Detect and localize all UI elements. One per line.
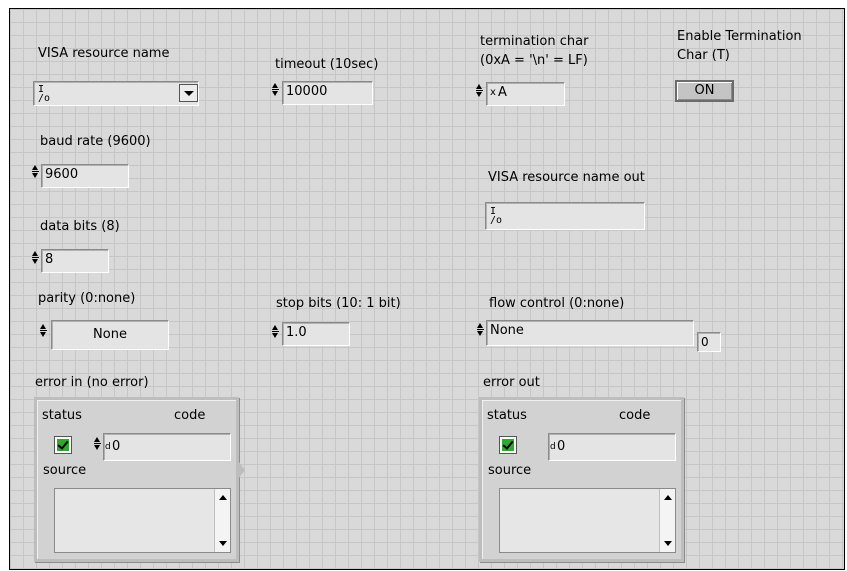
enable-termination-label: Enable Termination — [677, 29, 802, 44]
timeout-label: timeout (10sec) — [275, 57, 379, 72]
arrow-up-icon — [219, 495, 227, 500]
cluster-connector-icon — [239, 462, 245, 478]
check-icon — [502, 439, 514, 451]
error-in-source-label: source — [43, 463, 87, 478]
visa-dropdown-button[interactable] — [179, 84, 198, 102]
visa-out-indicator: I/o — [485, 202, 645, 230]
flow-control-spinner[interactable] — [477, 322, 484, 337]
error-out-source-field — [499, 488, 676, 553]
error-out-source-scrollbar[interactable] — [659, 489, 675, 552]
error-out-source-label: source — [488, 463, 532, 478]
arrow-up-icon — [664, 495, 672, 500]
data-bits-label: data bits (8) — [40, 219, 120, 234]
termination-char-label: termination char — [480, 34, 589, 49]
error-out-status-indicator — [499, 436, 517, 454]
error-in-cluster: status code d 0 source — [34, 397, 239, 562]
visa-resource-control[interactable]: I/o — [33, 81, 199, 106]
timeout-field[interactable]: 10000 — [282, 81, 373, 105]
termination-char-field[interactable]: x A — [486, 82, 565, 106]
error-out-label: error out — [483, 375, 540, 390]
parity-ring[interactable]: None — [51, 320, 169, 350]
error-in-status-checkbox[interactable] — [54, 436, 72, 454]
error-in-code-spinner[interactable] — [94, 436, 101, 451]
visa-resource-label: VISA resource name — [38, 46, 170, 61]
flow-control-ring[interactable]: None — [486, 320, 694, 346]
io-visa-icon: I/o — [490, 206, 503, 226]
visa-out-label: VISA resource name out — [488, 170, 645, 185]
error-in-code-label: code — [174, 408, 206, 423]
error-out-code-label: code — [619, 408, 651, 423]
error-in-status-label: status — [42, 408, 82, 423]
arrow-down-icon — [664, 541, 672, 546]
flow-control-label: flow control (0:none) — [489, 296, 625, 311]
arrow-down-icon — [219, 541, 227, 546]
parity-label: parity (0:none) — [38, 291, 136, 306]
front-panel: VISA resource name I/o timeout (10sec) 1… — [9, 8, 845, 570]
timeout-spinner[interactable] — [272, 82, 279, 97]
stop-bits-spinner[interactable] — [272, 324, 279, 339]
error-out-code-indicator: d 0 — [548, 433, 676, 461]
io-visa-icon: I/o — [38, 84, 51, 104]
error-in-code-field[interactable]: d 0 — [103, 433, 231, 461]
error-in-source-scrollbar[interactable] — [214, 489, 230, 552]
parity-spinner[interactable] — [40, 323, 47, 338]
error-out-status-label: status — [487, 408, 527, 423]
error-in-source-field[interactable] — [54, 488, 231, 553]
enable-termination-sublabel: Char (T) — [677, 48, 730, 63]
enable-termination-toggle[interactable]: ON — [675, 80, 734, 102]
stop-bits-label: stop bits (10: 1 bit) — [276, 296, 401, 311]
baud-rate-label: baud rate (9600) — [40, 134, 151, 149]
stop-bits-field[interactable]: 1.0 — [282, 322, 350, 346]
data-bits-field[interactable]: 8 — [41, 249, 109, 273]
termination-char-sublabel: (0xA = '\n' = LF) — [480, 53, 588, 68]
chevron-down-icon — [184, 91, 194, 96]
error-out-cluster: status code d 0 source — [479, 397, 684, 562]
error-in-label: error in (no error) — [35, 375, 149, 390]
check-icon — [57, 439, 69, 451]
baud-rate-spinner[interactable] — [32, 164, 39, 179]
flow-control-index: 0 — [697, 332, 721, 352]
termination-char-spinner[interactable] — [476, 83, 483, 98]
data-bits-spinner[interactable] — [32, 250, 39, 265]
baud-rate-field[interactable]: 9600 — [41, 164, 129, 188]
